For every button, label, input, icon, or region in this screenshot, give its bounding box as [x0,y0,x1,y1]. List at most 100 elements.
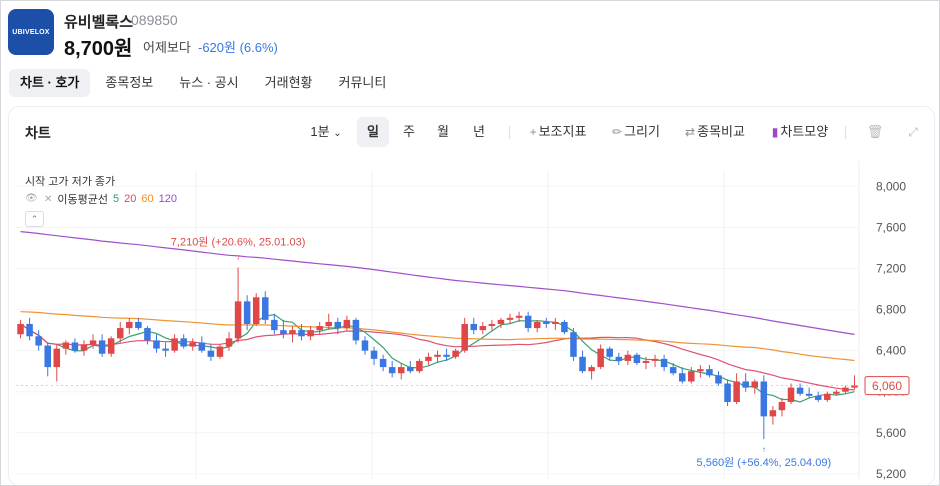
candle-body [588,367,595,372]
candle-body [144,328,151,341]
candle-body [126,321,133,329]
y-tick-label: 7,200 [876,262,906,276]
candle-body [35,336,42,346]
candle-body [361,340,369,351]
candle-body [280,330,287,335]
high-marker: ↓ [236,253,240,262]
candle-body [515,315,523,318]
candle-body [252,297,260,324]
y-tick-label: 8,000 [876,179,906,193]
candle-body [470,323,478,331]
candle-body [135,321,142,329]
low-annotation: 5,560원 (+56.4%, 25.04.09) [697,456,832,469]
candle-body [316,326,323,331]
candle-body [497,319,505,324]
candle-body [271,319,278,331]
candle-body [17,323,24,335]
candle-body [824,393,831,400]
candle-body [814,395,822,400]
candle-body [488,323,496,327]
candle-body [225,338,233,347]
candle-body [234,301,242,339]
candle-body [697,369,704,372]
candle-body [479,326,487,331]
candle-body [325,321,332,327]
candle-body [198,342,206,351]
candle-body [633,354,641,363]
candle-body [724,383,731,402]
candle-body [597,348,604,368]
candle-body [778,402,786,411]
candle-body [715,375,722,384]
candle-body [624,354,632,361]
candle-body [53,348,61,368]
candle-body [615,356,623,361]
candle-body [669,367,677,374]
candle-body [851,385,858,388]
candle-body [216,346,224,357]
candle-body [89,340,97,345]
y-tick-label: 7,600 [876,220,906,234]
candle-body [189,342,197,347]
y-tick-label: 5,200 [876,467,906,481]
candle-body [796,387,804,394]
candle-body [334,321,342,329]
y-tick-label: 5,600 [876,426,906,440]
candle-body [833,391,840,394]
high-annotation: 7,210원 (+20.6%, 25.01.03) [171,236,306,249]
candle-body [570,332,577,357]
candle-body [561,321,568,333]
candle-body [416,360,423,372]
candle-body [162,348,169,351]
candle-body [262,297,269,320]
candle-body [298,330,305,337]
candle-body [678,373,686,382]
candle-body [370,350,378,359]
candle-body [44,345,51,368]
candle-body [71,342,79,351]
y-tick-label: 6,800 [876,303,906,317]
candle-body [742,381,749,388]
candlestick-chart[interactable]: 8,0007,6007,2006,8006,4006,0005,6005,200… [1,1,940,486]
candle-body [688,371,695,382]
candle-body [388,367,396,374]
candle-body [343,319,351,329]
current-price-label: 6,060 [872,379,902,393]
low-marker: ↑ [762,445,766,454]
candle-body [706,369,713,376]
candle-body [642,360,650,363]
candle-body [606,348,613,357]
candle-body [506,317,514,320]
candle-body [80,344,88,351]
candle-body [524,315,532,329]
candle-body [207,350,215,357]
candle-body [733,381,740,402]
candle-body [289,330,296,335]
candle-body [116,328,124,339]
candle-body [352,319,360,341]
candle-body [26,323,33,337]
candle-body [543,321,550,324]
y-tick-label: 6,400 [876,344,906,358]
candle-body [434,354,441,357]
candle-body [461,323,468,351]
candle-body [153,340,160,349]
candle-body [62,342,70,349]
candle-body [307,330,314,337]
candle-body [107,338,115,354]
app-frame: UBIVELOX 유비벨록스 089850 8,700원 어제보다 -620원 … [0,0,940,486]
candle-body [579,356,586,372]
candle-body [452,350,459,357]
candle-body [787,387,795,402]
candle-body [805,393,813,396]
candle-body [660,358,668,368]
candle-body [443,354,450,357]
candle-body [397,367,405,374]
candle-body [769,410,777,417]
candle-body [98,340,106,354]
candle-body [533,321,541,329]
candle-body [379,358,387,368]
candle-body [407,367,414,372]
candle-body [180,338,187,347]
candle-body [760,381,768,417]
